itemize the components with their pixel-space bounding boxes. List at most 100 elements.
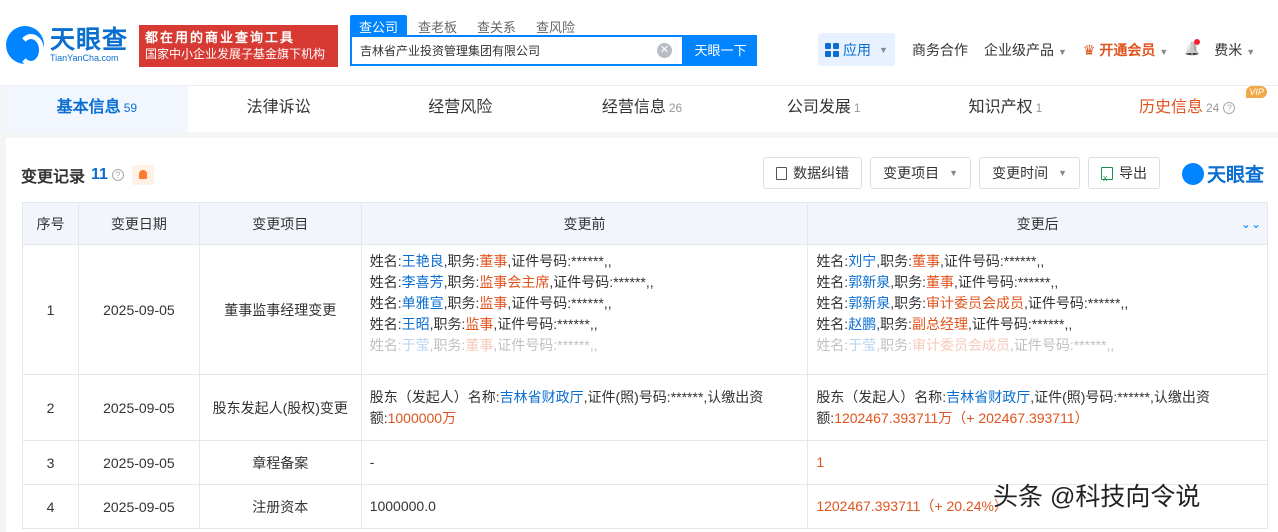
label-name: 姓名: [369, 274, 402, 290]
label-name: 姓名: [369, 316, 402, 332]
bell-icon[interactable] [1184, 39, 1201, 57]
cell-no: 1 [22, 244, 79, 375]
tab-legal[interactable]: 法律诉讼 [188, 86, 370, 132]
help-icon[interactable]: ? [111, 169, 124, 181]
section-title-text: 变更记录 [21, 169, 86, 186]
toolbar: 数据纠错 变更项目 ▼ 变更时间 ▼ 导出 [763, 157, 1160, 193]
logo[interactable]: 天眼查 TianYanCha.com [6, 26, 129, 66]
member-menu[interactable]: ♛ 开通会员 ▼ [1083, 40, 1168, 60]
label-role: ,职务: [876, 253, 912, 269]
label-role: ,职务: [876, 337, 912, 353]
label-name: 姓名: [369, 337, 402, 353]
excel-icon [1101, 163, 1113, 193]
person-link[interactable]: 于莹 [402, 337, 430, 353]
tab-count: 1 [1035, 101, 1043, 115]
person-link[interactable]: 李喜芳 [402, 274, 444, 290]
cell-no: 3 [22, 440, 79, 485]
cell-no: 2 [22, 374, 79, 441]
person-role: 董事 [465, 337, 494, 353]
chevron-down-icon: ▼ [1246, 47, 1256, 57]
search-input[interactable] [352, 37, 652, 64]
label-role: ,职务: [890, 274, 926, 290]
tab-operation[interactable]: 经营信息 26 [551, 86, 733, 132]
person-role: 审计委员会成员 [925, 295, 1024, 311]
tab-count: 24 [1206, 101, 1220, 115]
change-item-filter[interactable]: 变更项目 ▼ [870, 157, 972, 189]
label-name: 姓名: [816, 337, 849, 353]
cell-before: 1000000.0 [360, 484, 809, 529]
label-role: ,职务: [443, 253, 480, 269]
enterprise-menu[interactable]: 企业级产品 ▼ [984, 40, 1067, 60]
shareholder-link[interactable]: 吉林省财政厅 [500, 389, 584, 405]
label-id: ,证件号码:******,, [507, 253, 612, 269]
person-line: 姓名:李喜芳,职务:监事会主席,证件号码:******,, [370, 272, 800, 293]
user-name: 费米 [1214, 42, 1243, 58]
label-id: ,证件号码:******,, [493, 337, 598, 353]
label-id: ,证件号码:******,, [953, 274, 1059, 290]
tab-basic-info[interactable]: 基本信息 59 [6, 86, 188, 132]
person-role: 副总经理 [911, 316, 968, 332]
help-icon[interactable]: ? [1223, 101, 1236, 114]
notification-dot [1194, 39, 1201, 45]
export-label: 导出 [1119, 165, 1147, 181]
person-link[interactable]: 赵鹏 [848, 316, 876, 332]
apps-label: 应用 [843, 41, 872, 58]
cell-item: 董事监事经理变更 [198, 244, 362, 375]
tab-ip[interactable]: 知识产权 1 [915, 86, 1097, 132]
shareholder-label: 股东（发起人）名称: [369, 388, 500, 405]
data-correct-button[interactable]: 数据纠错 [763, 157, 863, 189]
bell-icon[interactable] [131, 165, 154, 185]
person-line: 姓名:赵鹏,职务:副总经理,证件号码:******,, [816, 314, 1259, 335]
cell-before: - [360, 440, 809, 485]
tab-label: 公司发展 [786, 99, 851, 116]
document-icon [776, 166, 788, 180]
logo-icon [6, 26, 44, 66]
person-line: 姓名:刘宁,职务:董事,证件号码:******,, [816, 251, 1259, 272]
before-person-list: 姓名:王艳良,职务:董事,证件号码:******,, 姓名:李喜芳,职务:监事会主… [370, 251, 800, 365]
apps-button[interactable]: 应用 ▼ [818, 33, 895, 66]
person-role: 监事 [479, 295, 508, 311]
person-role: 监事会主席 [479, 274, 550, 290]
person-link[interactable]: 刘宁 [848, 253, 876, 269]
label-id: ,证件号码:******,, [493, 316, 598, 332]
search-button[interactable]: 天眼一下 [684, 35, 757, 66]
chevron-down-icon: ▼ [1159, 47, 1169, 57]
tab-label: 基本信息 [56, 99, 121, 116]
cell-item: 注册资本 [198, 484, 362, 529]
person-link[interactable]: 郭新泉 [848, 274, 890, 290]
change-time-filter[interactable]: 变更时间 ▼ [979, 157, 1080, 189]
clear-icon[interactable]: ✕ [657, 43, 672, 58]
capital-amount: 1000000万 [387, 409, 457, 426]
person-link[interactable]: 郭新泉 [848, 295, 890, 311]
person-line: 姓名:郭新泉,职务:董事,证件号码:******,, [816, 272, 1259, 293]
main-tabs: 基本信息 59 法律诉讼 经营风险 经营信息 26 公司发展 1 知识产权 1 VIP 历… [6, 86, 1278, 132]
tab-risk[interactable]: 经营风险 [369, 86, 551, 132]
chevron-down-icon: ▼ [879, 44, 888, 55]
cell-after: 姓名:刘宁,职务:董事,证件号码:******,, 姓名:郭新泉,职务:董事,证件… [807, 244, 1268, 375]
label-name: 姓名: [816, 274, 849, 290]
person-link[interactable]: 单雅宣 [402, 295, 444, 311]
user-menu[interactable]: 费米 ▼ [1214, 40, 1255, 60]
double-chevron-down-icon[interactable]: ⌄⌄ [1241, 217, 1261, 231]
cell-date: 2025-09-05 [77, 374, 200, 441]
tab-label: 法律诉讼 [246, 99, 311, 116]
label-id: ,证件号码:******,, [1009, 337, 1115, 353]
business-link[interactable]: 商务合作 [912, 40, 968, 60]
cell-after: 股东（发起人）名称:吉林省财政厅,证件(照)号码:******,认缴出资额:12… [807, 374, 1268, 441]
header-after: 变更后 ⌄⌄ [807, 202, 1268, 245]
person-role: 董事 [479, 253, 508, 269]
tab-development[interactable]: 公司发展 1 [733, 86, 915, 132]
export-button[interactable]: 导出 [1088, 157, 1160, 193]
person-link[interactable]: 王艳良 [402, 253, 444, 269]
person-line: 姓名:王昭,职务:监事,证件号码:******,, [370, 314, 800, 335]
table-row: 1 2025-09-05 董事监事经理变更 姓名:王艳良,职务:董事,证件号码:… [22, 244, 1268, 375]
shareholder-link[interactable]: 吉林省财政厅 [946, 389, 1030, 405]
person-role: 审计委员会成员 [911, 337, 1010, 353]
person-link[interactable]: 于莹 [848, 337, 876, 353]
logo-name: 天眼查 [50, 26, 129, 54]
person-link[interactable]: 王昭 [402, 316, 430, 332]
person-role: 监事 [465, 316, 494, 332]
cell-before: 股东（发起人）名称:吉林省财政厅,证件(照)号码:******,认缴出资额:10… [360, 374, 809, 441]
tab-history[interactable]: VIP 历史信息 24? [1096, 86, 1278, 132]
cell-item: 股东发起人(股权)变更 [198, 374, 362, 441]
